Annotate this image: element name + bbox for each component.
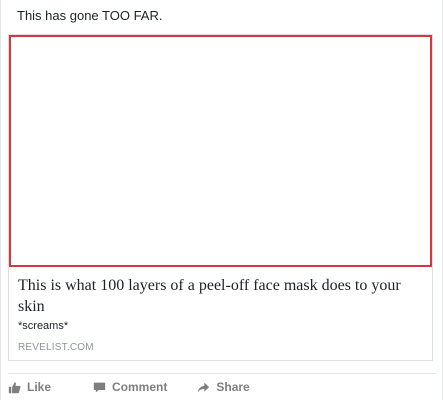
thumbs-up-icon	[8, 381, 21, 393]
share-label: Share	[216, 380, 250, 394]
share-arrow-icon	[198, 382, 210, 392]
link-preview-card[interactable]: This is what 100 layers of a peel-off fa…	[8, 34, 433, 361]
link-source-domain: REVELIST.COM	[18, 342, 94, 353]
post-actions-bar: Like Comment Share	[8, 378, 280, 396]
comment-bubble-icon	[93, 382, 106, 392]
comment-label: Comment	[112, 380, 168, 394]
feed-post: This has gone TOO FAR. This is what 100 …	[0, 0, 443, 400]
share-button[interactable]: Share	[197, 380, 250, 394]
like-label: Like	[27, 380, 52, 394]
actions-divider	[8, 373, 436, 374]
link-title[interactable]: This is what 100 layers of a peel-off fa…	[18, 275, 423, 317]
like-button[interactable]: Like	[8, 380, 51, 394]
comment-button[interactable]: Comment	[93, 380, 167, 394]
link-preview-image[interactable]	[9, 35, 432, 267]
post-message: This has gone TOO FAR.	[17, 8, 163, 23]
link-description: *screams*	[18, 320, 69, 332]
